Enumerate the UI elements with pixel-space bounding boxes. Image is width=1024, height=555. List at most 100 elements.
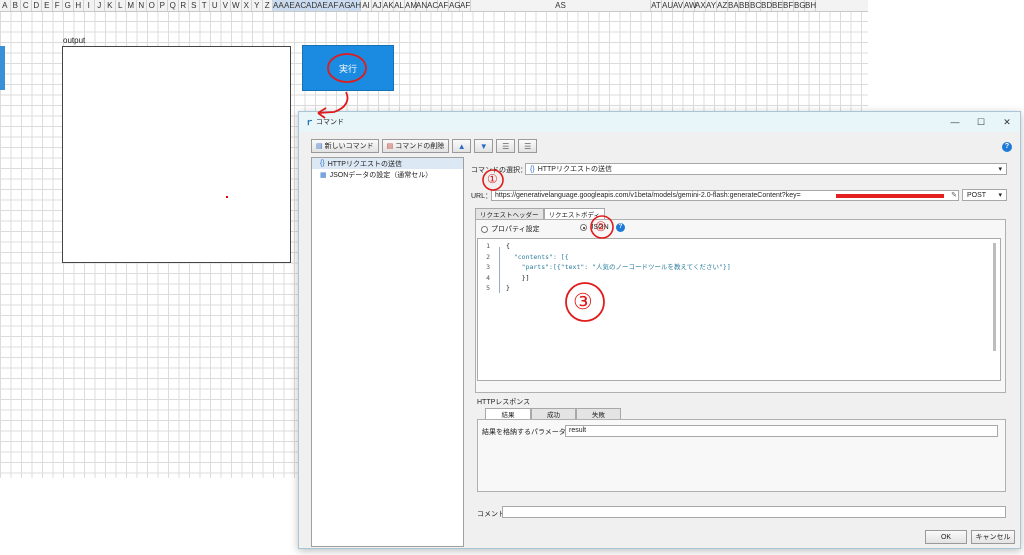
outdent-button[interactable]: ☰	[518, 139, 538, 153]
column-header-cell[interactable]: AW	[684, 0, 697, 11]
column-header-cell[interactable]: AG	[339, 0, 351, 11]
column-header-cell[interactable]: V	[221, 0, 231, 11]
column-header-cell[interactable]: L	[116, 0, 126, 11]
column-header-cell[interactable]: B	[11, 0, 21, 11]
tree-item-json-data[interactable]: ▦ JSONデータの設定（通常セル）	[312, 169, 463, 180]
column-header-cell[interactable]: AK	[383, 0, 394, 11]
column-header-cell[interactable]: AA	[273, 0, 284, 11]
maximize-icon[interactable]: ☐	[968, 112, 994, 132]
code-line[interactable]: }	[506, 283, 731, 294]
column-header-cell[interactable]: W	[231, 0, 242, 11]
column-header-cell[interactable]: AL	[394, 0, 405, 11]
column-header-cell[interactable]: AG	[449, 0, 461, 11]
tab-failure[interactable]: 失敗	[576, 408, 621, 419]
column-header-cell[interactable]: S	[189, 0, 200, 11]
column-header-cell[interactable]: AJ	[372, 0, 383, 11]
close-icon[interactable]: ✕	[994, 112, 1020, 132]
column-header-cell[interactable]: Q	[168, 0, 179, 11]
code-line[interactable]: }]	[506, 273, 731, 284]
column-header-cell[interactable]: BH	[805, 0, 816, 11]
column-header-cell[interactable]: AY	[706, 0, 717, 11]
json-editor[interactable]: 1 2 3 4 5 { "contents": [{ "parts":[{"text":…	[477, 238, 1001, 381]
minimize-icon[interactable]: —	[942, 112, 968, 132]
column-header-cell[interactable]: AE	[284, 0, 295, 11]
column-header-cell[interactable]: Z	[263, 0, 273, 11]
json-help-icon[interactable]: ?	[616, 223, 625, 232]
column-header-cell[interactable]: BA	[728, 0, 739, 11]
column-header-cell[interactable]: BG	[794, 0, 806, 11]
tree-item-http-request[interactable]: {} HTTPリクエストの送信	[312, 158, 463, 169]
column-header-cell[interactable]: AF	[438, 0, 449, 11]
tab-request-header[interactable]: リクエストヘッダー	[475, 208, 544, 219]
method-select[interactable]: POST ▾	[962, 189, 1007, 201]
column-header-cell[interactable]: K	[105, 0, 116, 11]
column-header-cell[interactable]: I	[84, 0, 95, 11]
column-header-cell[interactable]: E	[42, 0, 53, 11]
column-header-cell[interactable]: M	[126, 0, 137, 11]
tab-result[interactable]: 結果	[485, 408, 531, 419]
column-header-cell[interactable]: BC	[750, 0, 761, 11]
radio-json[interactable]: JSON	[580, 224, 609, 231]
column-header-cell[interactable]: BB	[739, 0, 750, 11]
radio-json-circle[interactable]	[580, 224, 587, 231]
url-input[interactable]: https://generativelanguage.googleapis.co…	[491, 190, 959, 201]
cancel-button[interactable]: キャンセル	[971, 530, 1015, 544]
move-down-button[interactable]: ▼	[474, 139, 494, 153]
code-line[interactable]: {	[506, 241, 731, 252]
column-header-cell[interactable]: BE	[772, 0, 783, 11]
column-header-cell[interactable]: X	[242, 0, 252, 11]
column-header-cell[interactable]: AI	[361, 0, 372, 11]
command-select[interactable]: {} HTTPリクエストの送信 ▾	[525, 163, 1007, 175]
column-header-cell[interactable]: N	[137, 0, 147, 11]
code-line[interactable]: "contents": [{	[506, 252, 731, 263]
radio-property[interactable]: プロパティ設定	[481, 224, 540, 234]
column-header-cell[interactable]: BD	[761, 0, 772, 11]
column-header-cell[interactable]: BF	[783, 0, 794, 11]
column-header-cell[interactable]: J	[95, 0, 105, 11]
column-header-cell[interactable]: D	[32, 0, 42, 11]
move-up-button[interactable]: ▲	[452, 139, 472, 153]
new-command-button[interactable]: ▤ 新しいコマンド	[311, 139, 379, 153]
column-header-cell[interactable]: AS	[471, 0, 651, 11]
column-header-cell[interactable]: F	[53, 0, 63, 11]
indent-button[interactable]: ☰	[496, 139, 516, 153]
code-line[interactable]: "parts":[{"text": "人気のノーコードツールを教えてください"}…	[506, 262, 731, 273]
column-header-cell[interactable]: R	[179, 0, 189, 11]
column-header-cell[interactable]: AC	[427, 0, 438, 11]
column-header-cell[interactable]: U	[210, 0, 221, 11]
param-input[interactable]: result	[565, 425, 998, 437]
column-header-cell[interactable]: O	[147, 0, 158, 11]
dialog-titlebar[interactable]: ｒ コマンド — ☐ ✕	[299, 112, 1020, 132]
comment-input[interactable]	[502, 506, 1006, 518]
column-header-cell[interactable]: P	[158, 0, 168, 11]
output-box[interactable]	[62, 46, 291, 263]
radio-property-circle[interactable]	[481, 225, 488, 233]
editor-scrollbar[interactable]	[993, 243, 996, 351]
column-header-cell[interactable]: AF	[460, 0, 471, 11]
column-header-cell[interactable]: AZ	[717, 0, 728, 11]
column-header[interactable]: A B C D E F G H I J K L M N O P Q R S T U V W X Y Z AA AE AC AD AE AF AG…	[0, 0, 868, 12]
column-header-cell[interactable]: AT	[651, 0, 662, 11]
left-shape-edge[interactable]	[0, 46, 5, 90]
column-header-cell[interactable]: AX	[695, 0, 706, 11]
column-header-cell[interactable]: AD	[306, 0, 317, 11]
column-header-cell[interactable]: Y	[252, 0, 263, 11]
help-icon[interactable]: ?	[1002, 142, 1012, 152]
column-header-cell[interactable]: AU	[662, 0, 673, 11]
column-header-cell[interactable]: H	[74, 0, 84, 11]
tab-request-body[interactable]: リクエストボディ	[543, 208, 606, 219]
column-header-cell[interactable]: T	[200, 0, 210, 11]
column-header-cell[interactable]: C	[21, 0, 32, 11]
delete-command-button[interactable]: ▤ コマンドの削除	[381, 139, 450, 153]
column-header-cell[interactable]: A	[0, 0, 11, 11]
column-header-cell[interactable]: AV	[673, 0, 684, 11]
column-header-cell[interactable]: G	[63, 0, 74, 11]
ok-button[interactable]: OK	[925, 530, 967, 544]
edit-icon[interactable]: ✎	[951, 191, 957, 200]
tab-success[interactable]: 成功	[531, 408, 576, 419]
column-header-cell[interactable]: AN	[416, 0, 427, 11]
column-header-cell[interactable]: AE	[317, 0, 328, 11]
column-header-cell[interactable]: AH	[350, 0, 361, 11]
column-header-cell[interactable]: AC	[295, 0, 306, 11]
column-header-cell[interactable]: AM	[405, 0, 417, 11]
